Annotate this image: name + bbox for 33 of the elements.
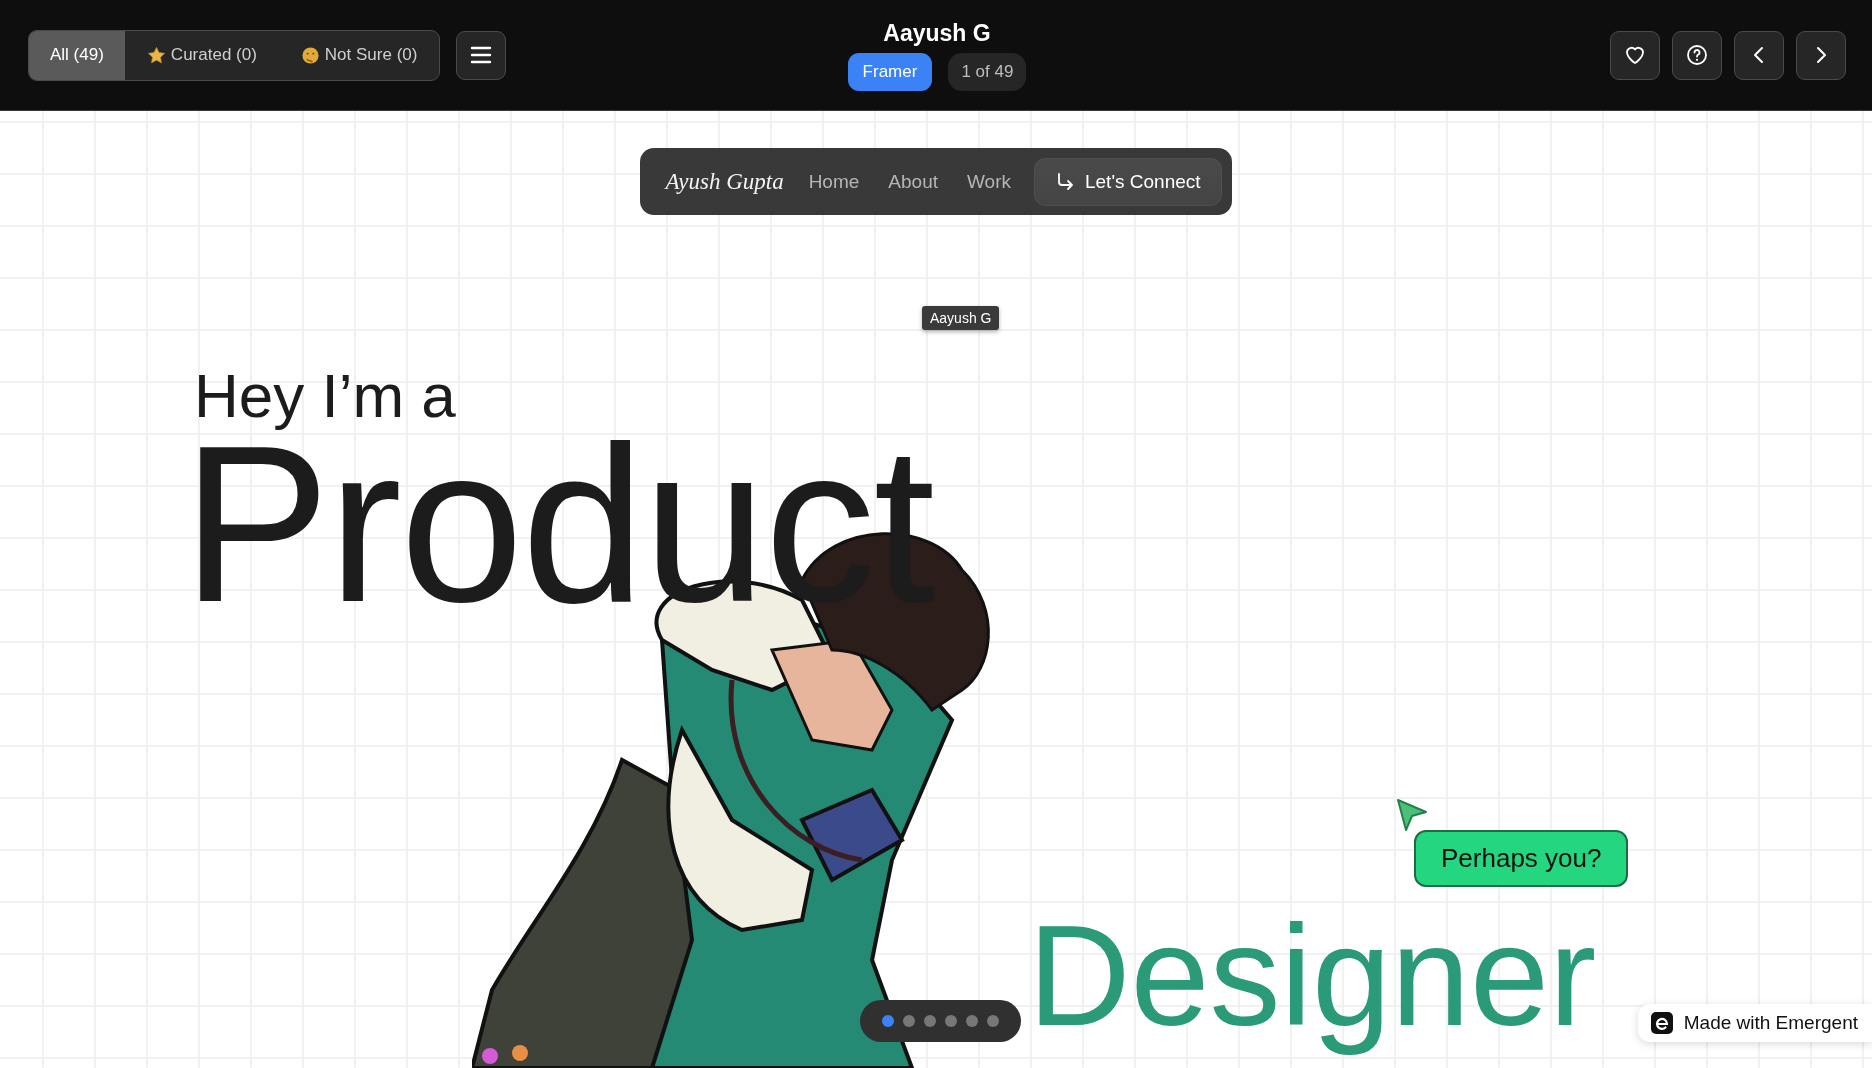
pager-dot[interactable] (945, 1015, 957, 1027)
pager-dot[interactable] (987, 1015, 999, 1027)
menu-button[interactable] (456, 30, 507, 80)
connect-button[interactable]: Let's Connect (1033, 157, 1222, 206)
nav-link[interactable]: Home (808, 170, 860, 193)
pager-dot[interactable] (924, 1015, 936, 1027)
help-icon (1685, 43, 1709, 67)
platform-tag: Framer (847, 52, 933, 91)
pager-dot[interactable] (966, 1015, 978, 1027)
page-title: Aayush G (883, 19, 991, 47)
filter-tab[interactable]: All (49) (29, 30, 125, 80)
badge-label: Made with Emergent (1683, 1012, 1858, 1034)
pager-dot[interactable] (903, 1015, 915, 1027)
filter-tab[interactable]: Curated (0) (124, 30, 279, 80)
help-button[interactable] (1672, 30, 1722, 80)
item-counter: 1 of 49 (948, 52, 1027, 91)
hero-headline-second-word: Designer (1028, 895, 1597, 1057)
favorite-button[interactable] (1610, 30, 1660, 80)
made-with-badge[interactable]: Made with Emergent (1637, 1004, 1872, 1042)
previous-button[interactable] (1734, 30, 1784, 80)
star-icon (146, 45, 166, 65)
site-logo[interactable]: Ayush Gupta (665, 168, 784, 195)
logo-icon (1649, 1011, 1674, 1035)
filter-tab[interactable]: Not Sure (0) (278, 30, 440, 80)
callout-label: Perhaps you? (1414, 830, 1629, 887)
pager-dot[interactable] (882, 1015, 894, 1027)
name-tooltip: Aayush G (922, 306, 1000, 330)
cursor-arrow-icon (1396, 798, 1428, 832)
nav-link[interactable]: Work (967, 170, 1011, 193)
next-button[interactable] (1796, 30, 1846, 80)
nav-link[interactable]: About (888, 170, 938, 193)
menu-icon (470, 46, 493, 64)
thinking-face-icon (300, 45, 320, 65)
